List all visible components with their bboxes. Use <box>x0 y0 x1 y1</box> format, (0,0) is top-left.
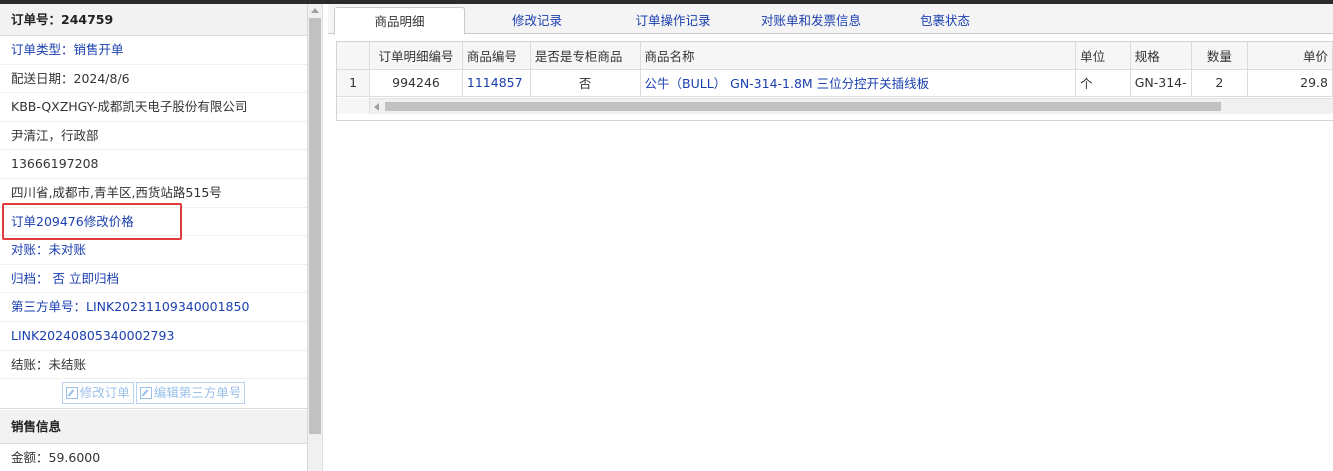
edit-icon <box>139 387 152 400</box>
order-type[interactable]: 订单类型：销售开单 <box>0 36 307 65</box>
col-counter-product[interactable]: 是否是专柜商品 <box>530 42 641 70</box>
col-quantity[interactable]: 数量 <box>1191 42 1249 70</box>
col-unit-price[interactable]: 单价 <box>1247 42 1333 70</box>
table-header-row: 订单明细编号 商品编号 是否是专柜商品 商品名称 单位 规格 数量 单价 <box>337 42 1333 70</box>
detail-area: 商品明细 修改记录 订单操作记录 对账单和发票信息 包裹状态 订单明细编号 商品… <box>328 4 1333 471</box>
quantity-cell: 2 <box>1191 69 1249 97</box>
unit-cell: 个 <box>1075 69 1131 97</box>
counter-product-cell: 否 <box>530 69 641 97</box>
col-product-id[interactable]: 商品编号 <box>462 42 531 70</box>
horizontal-scrollbar[interactable] <box>337 98 1333 114</box>
edit-third-party-label: 编辑第三方单号 <box>153 385 242 401</box>
edit-third-party-button[interactable]: 编辑第三方单号 <box>135 382 246 405</box>
left-panel-scrollbar[interactable] <box>308 4 322 471</box>
scrollbar-corner <box>337 98 370 114</box>
horizontal-scrollbar-thumb[interactable] <box>385 102 1221 111</box>
spec-cell: GN-314- <box>1130 69 1192 97</box>
customer-company: KBB-QXZHGY-成都凯天电子股份有限公司 <box>0 93 307 122</box>
scroll-left-icon[interactable] <box>374 103 379 111</box>
order-number-header: 订单号：244759 <box>0 4 307 36</box>
detail-id-cell: 994246 <box>369 69 463 97</box>
col-unit[interactable]: 单位 <box>1075 42 1131 70</box>
settlement-status: 结账：未结账 <box>0 351 307 380</box>
contact-person: 尹清江，行政部 <box>0 122 307 151</box>
product-detail-grid: 订单明细编号 商品编号 是否是专柜商品 商品名称 单位 规格 数量 单价 1 9… <box>336 41 1333 121</box>
col-detail-id[interactable]: 订单明细编号 <box>369 42 463 70</box>
row-number: 1 <box>337 69 371 97</box>
product-table: 订单明细编号 商品编号 是否是专柜商品 商品名称 单位 规格 数量 单价 1 9… <box>337 42 1333 97</box>
unit-price-cell: 29.8 <box>1247 69 1333 97</box>
tab-package-status[interactable]: 包裹状态 <box>884 7 1006 34</box>
delivery-date: 配送日期：2024/8/6 <box>0 65 307 94</box>
third-party-number[interactable]: 第三方单号：LINK20231109340001850 <box>0 293 307 322</box>
product-id-link[interactable]: 1114857 <box>462 69 531 97</box>
third-party-number-2[interactable]: LINK20240805340002793 <box>0 322 307 351</box>
sales-info-header: 销售信息 <box>0 410 307 445</box>
tab-product-details[interactable]: 商品明细 <box>334 7 465 35</box>
col-rownum <box>337 42 371 70</box>
detail-tabs: 商品明细 修改记录 订单操作记录 对账单和发票信息 包裹状态 <box>328 4 1333 35</box>
edit-order-label: 修改订单 <box>79 385 130 401</box>
sales-amount: 金额：59.6000 <box>0 444 307 471</box>
order-actions: 修改订单 编辑第三方单号 <box>0 379 307 410</box>
scroll-up-icon[interactable] <box>311 8 319 13</box>
tab-order-operation-log[interactable]: 订单操作记录 <box>610 7 736 34</box>
highlight-box <box>2 203 182 240</box>
col-product-name[interactable]: 商品名称 <box>640 42 1077 70</box>
edit-order-button[interactable]: 修改订单 <box>61 382 134 405</box>
tab-modification-log[interactable]: 修改记录 <box>476 7 598 34</box>
table-row[interactable]: 1 994246 1114857 否 公牛（BULL） GN-314-1.8M … <box>337 69 1333 97</box>
col-spec[interactable]: 规格 <box>1130 42 1192 70</box>
product-name-link[interactable]: 公牛（BULL） GN-314-1.8M 三位分控开关插线板 <box>640 69 1077 97</box>
tab-statement-invoice[interactable]: 对账单和发票信息 <box>744 7 878 34</box>
scrollbar-thumb[interactable] <box>309 18 321 434</box>
contact-phone: 13666197208 <box>0 150 307 179</box>
edit-icon <box>65 387 78 400</box>
archive-status[interactable]: 归档： 否 立即归档 <box>0 265 307 294</box>
reconciliation-status[interactable]: 对账：未对账 <box>0 236 307 265</box>
